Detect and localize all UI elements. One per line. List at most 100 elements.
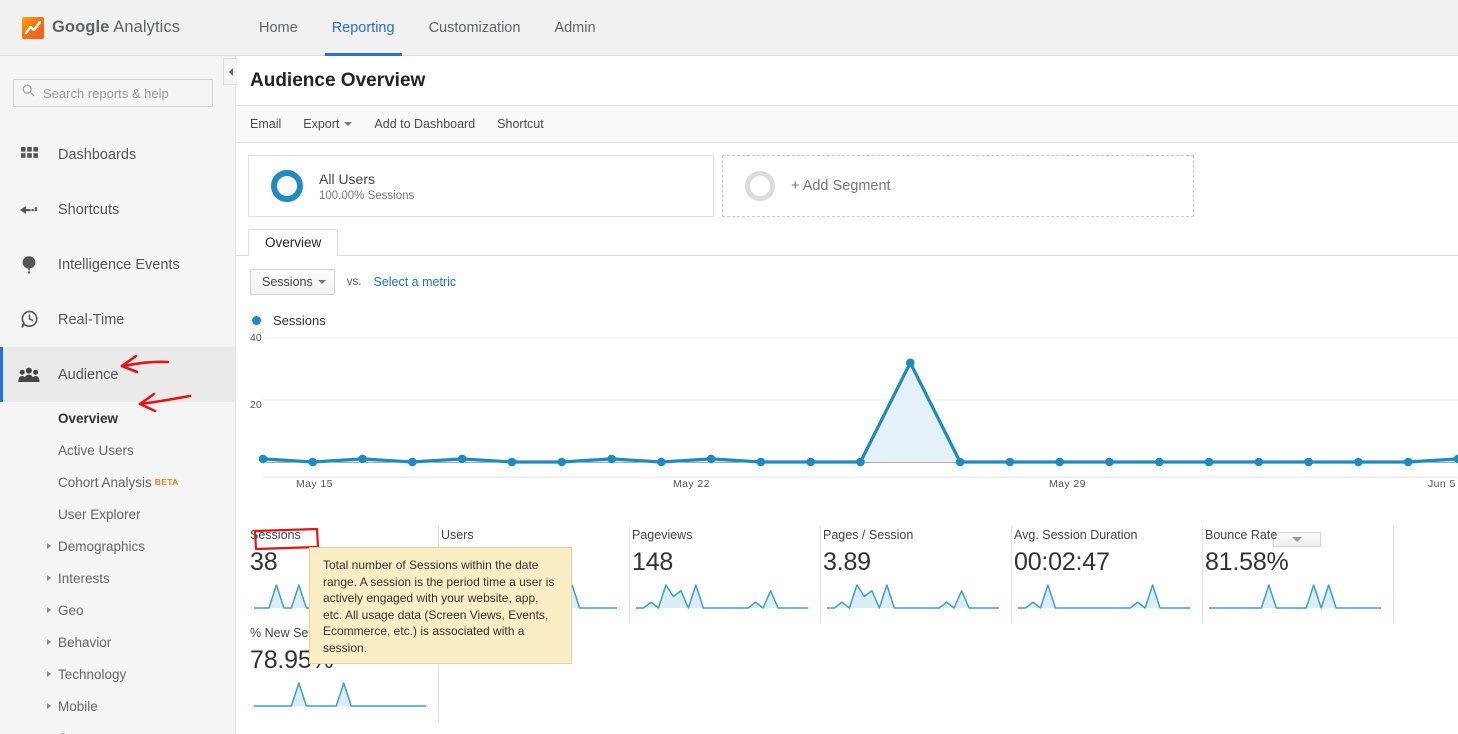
export-button[interactable]: Export (303, 117, 352, 131)
select-a-metric-link[interactable]: Select a metric (373, 275, 456, 289)
sidebar-subitem-label: Geo (58, 603, 84, 618)
sparkline (1203, 582, 1389, 612)
add-segment-label: + Add Segment (791, 178, 891, 194)
sidebar-item-user-explorer[interactable]: User Explorer (0, 498, 235, 530)
sidebar-subitem-label: Behavior (58, 635, 111, 650)
sidebar-item-mobile[interactable]: Mobile (0, 690, 235, 722)
topnav-item-reporting[interactable]: Reporting (315, 0, 412, 56)
metric-label: Pageviews (632, 528, 820, 542)
search-box[interactable] (13, 79, 213, 107)
chevron-right-icon (47, 639, 51, 645)
vs-label: vs. (347, 276, 362, 288)
tab-overview[interactable]: Overview (248, 229, 338, 256)
topnav-item-admin[interactable]: Admin (537, 0, 612, 56)
y-axis-tick-20: 20 (250, 399, 262, 411)
sidebar: Dashboards Shortcuts Inte (0, 56, 236, 734)
primary-metric-dropdown[interactable]: Sessions (250, 269, 335, 295)
metric-selector-row: Sessions vs. Select a metric (236, 256, 1458, 295)
balloon-icon (18, 254, 40, 276)
brand-name: Google Analytics (52, 18, 180, 37)
segment-all-users[interactable]: All Users 100.00% Sessions (248, 155, 714, 217)
metric-card-pages-per-session[interactable]: Pages / Session 3.89 (821, 526, 1012, 624)
sessions-line-chart[interactable]: 40 20 May 15 May 22 May 29 Jun 5 (236, 336, 1458, 496)
chevron-right-icon (47, 607, 51, 613)
sidebar-item-real-time[interactable]: Real-Time (0, 292, 235, 347)
report-tabs: Overview (236, 229, 1458, 256)
sidebar-item-interests[interactable]: Interests (0, 562, 235, 594)
segment-name: All Users (319, 171, 414, 187)
sparkline (1012, 582, 1198, 612)
y-axis-tick-40: 40 (250, 332, 262, 344)
sidebar-item-behavior[interactable]: Behavior (0, 626, 235, 658)
chevron-right-icon (47, 543, 51, 549)
analytics-logo-icon (22, 17, 44, 39)
sidebar-item-technology[interactable]: Technology (0, 658, 235, 690)
chart-plot-area (236, 336, 1458, 481)
sidebar-item-label: Audience (58, 367, 118, 383)
clock-bubble-icon (18, 309, 40, 331)
metric-card-avg-session-duration[interactable]: Avg. Session Duration 00:02:47 (1012, 526, 1203, 624)
x-axis-tick-0: May 15 (296, 478, 333, 490)
sidebar-item-label: Intelligence Events (58, 257, 180, 273)
metric-card-pageviews[interactable]: Pageviews 148 (630, 526, 821, 624)
sidebar-item-audience[interactable]: Audience (0, 347, 235, 402)
metric-label: Users (441, 528, 629, 542)
x-axis-tick-1: May 22 (673, 478, 710, 490)
sidebar-item-label: Dashboards (58, 147, 136, 163)
chevron-right-icon (47, 575, 51, 581)
legend-label: Sessions (273, 313, 326, 328)
metric-label: Bounce Rate (1205, 528, 1393, 542)
sidebar-subitem-label: User Explorer (58, 507, 141, 522)
brand-name-bold: Google (52, 18, 109, 36)
add-segment-button[interactable]: + Add Segment (722, 155, 1194, 217)
metric-card-bounce-rate[interactable]: Bounce Rate 81.58% (1203, 526, 1394, 624)
arrow-left-dashed-icon (18, 199, 40, 221)
beta-badge: BETA (155, 477, 179, 487)
chevron-left-icon (229, 68, 233, 76)
sidebar-collapse-button[interactable] (223, 58, 237, 85)
sidebar-subitem-label: Mobile (58, 699, 98, 714)
sidebar-subitem-label: Active Users (58, 443, 134, 458)
metric-label: Avg. Session Duration (1014, 528, 1202, 542)
email-button[interactable]: Email (250, 117, 281, 131)
sidebar-nav: Dashboards Shortcuts Inte (0, 127, 235, 734)
sidebar-item-geo[interactable]: Geo (0, 594, 235, 626)
sidebar-item-active-users[interactable]: Active Users (0, 434, 235, 466)
x-axis-tick-2: May 29 (1049, 478, 1086, 490)
metric-tooltip: Total number of Sessions within the date… (309, 547, 572, 664)
sidebar-subitem-label: Overview (58, 411, 118, 426)
sparkline (248, 680, 434, 710)
page-title: Audience Overview (250, 70, 425, 92)
report-toolbar: Email Export Add to Dashboard Shortcut (236, 106, 1458, 143)
sidebar-item-shortcuts[interactable]: Shortcuts (0, 182, 235, 237)
segment-row: All Users 100.00% Sessions + Add Segment (236, 143, 1458, 217)
top-nav: Home Reporting Customization Admin (242, 0, 613, 56)
sidebar-item-dashboards[interactable]: Dashboards (0, 127, 235, 182)
sidebar-item-custom[interactable]: Custom (0, 722, 235, 734)
shortcut-button[interactable]: Shortcut (497, 117, 544, 131)
chart-legend: Sessions (236, 295, 1458, 328)
sidebar-item-overview[interactable]: Overview (0, 402, 235, 434)
search-input[interactable] (41, 85, 201, 102)
metric-label: Pages / Session (823, 528, 1011, 542)
brand-logo[interactable]: Google Analytics (22, 17, 222, 39)
legend-color-swatch (252, 316, 261, 325)
search-icon (22, 84, 35, 102)
sidebar-item-demographics[interactable]: Demographics (0, 530, 235, 562)
page-header: Audience Overview (236, 56, 1458, 106)
sidebar-subitem-label: Cohort Analysis (58, 475, 152, 490)
sidebar-item-cohort-analysis[interactable]: Cohort Analysis BETA (0, 466, 235, 498)
metric-value: 148 (632, 548, 820, 577)
chevron-down-icon (318, 280, 326, 284)
sidebar-subitem-label: Demographics (58, 539, 145, 554)
metric-value: 81.58% (1205, 548, 1393, 577)
add-to-dashboard-button[interactable]: Add to Dashboard (374, 117, 475, 131)
segment-placeholder-ring-icon (745, 171, 775, 201)
metric-value: 3.89 (823, 548, 1011, 577)
sidebar-item-intelligence-events[interactable]: Intelligence Events (0, 237, 235, 292)
topnav-item-home[interactable]: Home (242, 0, 315, 56)
chevron-right-icon (47, 671, 51, 677)
segment-sessions-percent: 100.00% Sessions (319, 190, 414, 202)
sidebar-subitem-label: Custom (58, 731, 105, 734)
topnav-item-customization[interactable]: Customization (412, 0, 538, 56)
